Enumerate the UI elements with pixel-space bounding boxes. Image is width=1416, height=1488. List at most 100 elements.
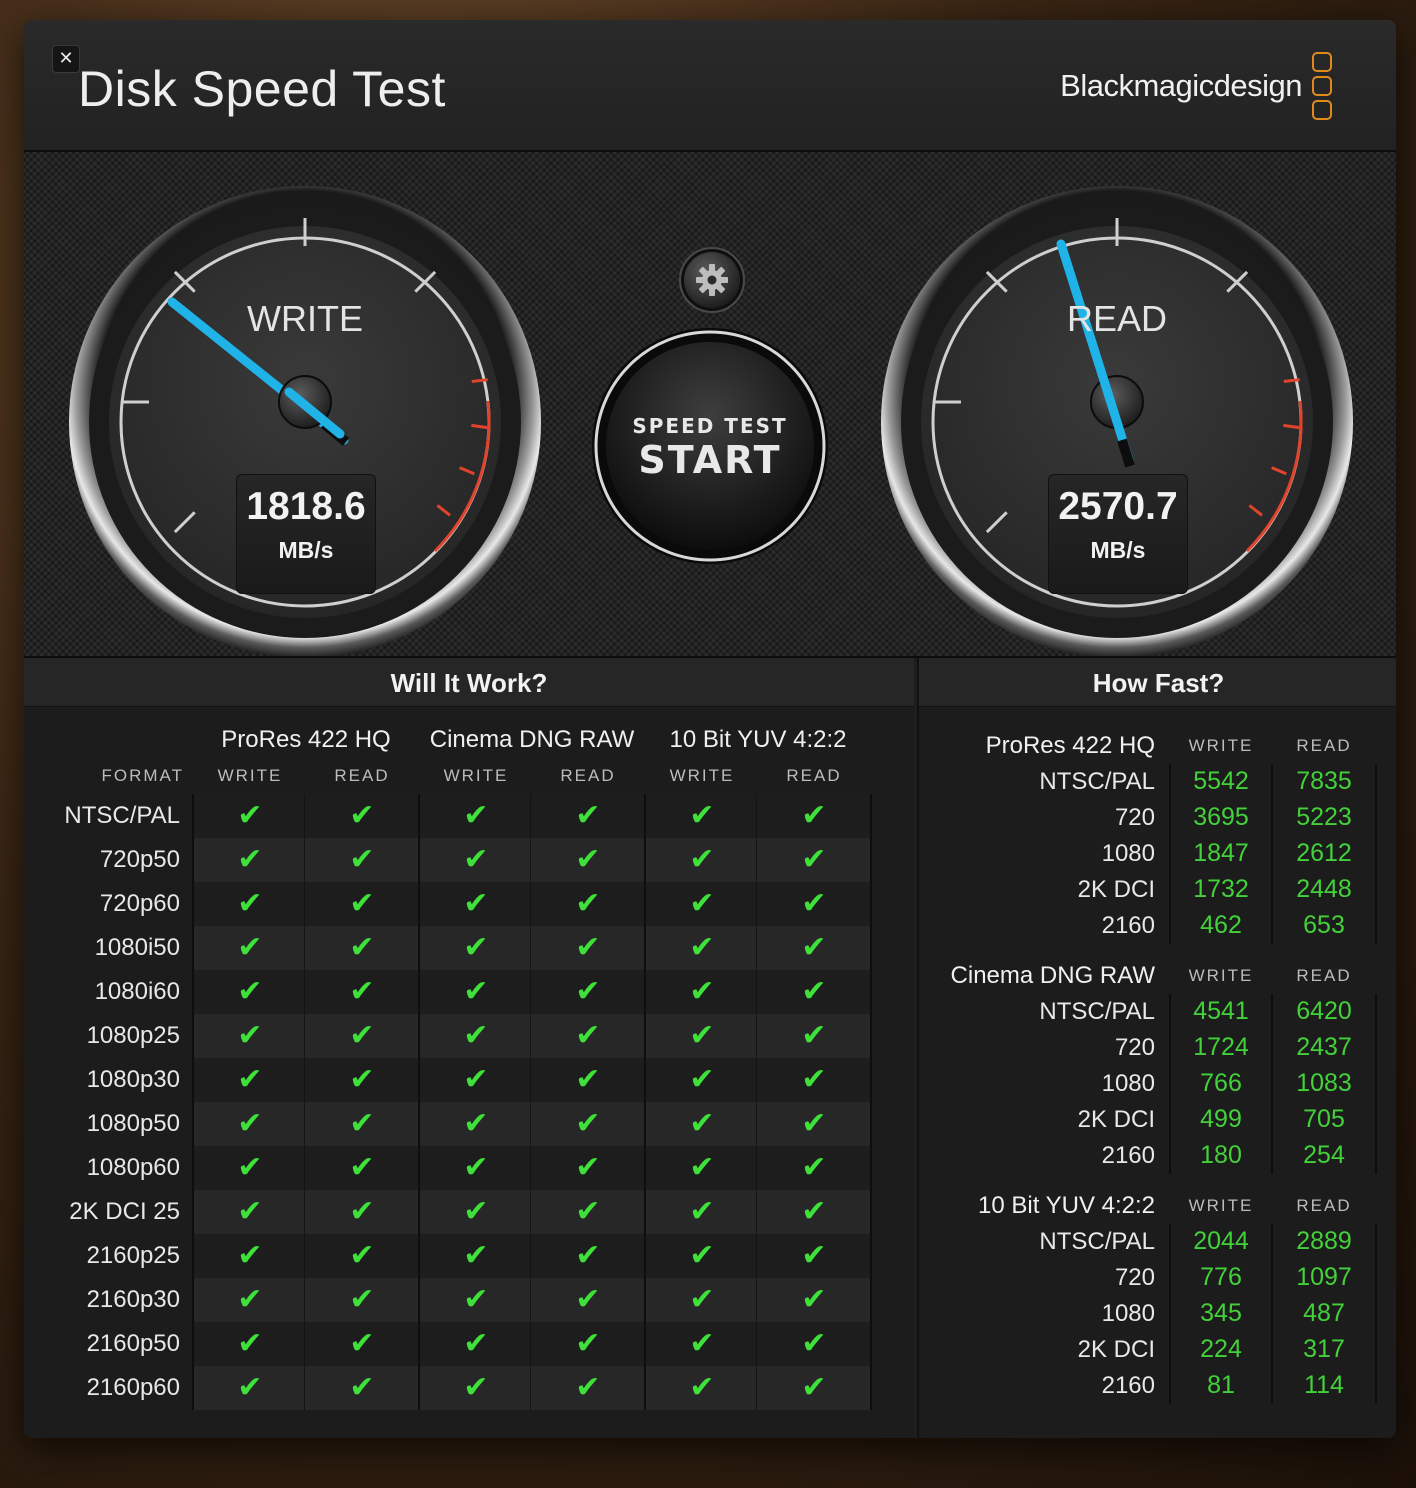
check-icon: ✔: [575, 930, 601, 965]
how-fast-read-value: 2612: [1296, 839, 1352, 867]
check-icon: ✔: [801, 1238, 827, 1273]
check-icon: ✔: [801, 1062, 827, 1097]
how-fast-write-value: 1732: [1193, 875, 1249, 903]
check-icon: ✔: [801, 1370, 827, 1405]
app-title: Disk Speed Test: [78, 61, 446, 117]
write-speed-readout: 1818.6 MB/s: [236, 474, 376, 594]
gauge-area: WRITE READ 1818.6 MB/s 2570.7 MB/s SPEED…: [24, 152, 1396, 658]
check-icon: ✔: [689, 974, 715, 1009]
column-divider: [530, 794, 531, 1410]
check-icon: ✔: [575, 1282, 601, 1317]
gauges-graphic: [69, 186, 1353, 656]
format-label: 2160p60: [86, 1374, 180, 1401]
check-icon: ✔: [689, 1194, 715, 1229]
column-divider: [304, 794, 305, 1410]
check-icon: ✔: [801, 886, 827, 921]
format-label: 1080p50: [86, 1110, 180, 1137]
col-header-write: WRITE: [443, 766, 509, 785]
how-fast-row-label: 720: [1114, 1034, 1155, 1061]
read-speed-readout: 2570.7 MB/s: [1048, 474, 1188, 594]
check-icon: ✔: [349, 1106, 375, 1141]
how-fast-read-value: 653: [1303, 911, 1345, 939]
format-label: 1080p30: [86, 1066, 180, 1093]
check-icon: ✔: [463, 1106, 489, 1141]
title-bar: Disk Speed Test Blackmagicdesign: [24, 20, 1396, 152]
close-button[interactable]: ✕: [52, 45, 80, 73]
check-icon: ✔: [463, 798, 489, 833]
check-icon: ✔: [575, 1062, 601, 1097]
how-fast-write-value: 81: [1207, 1371, 1235, 1399]
check-icon: ✔: [237, 798, 263, 833]
check-icon: ✔: [463, 930, 489, 965]
check-icon: ✔: [689, 886, 715, 921]
how-fast-title: How Fast?: [919, 658, 1396, 707]
how-fast-read-value: 6420: [1296, 997, 1352, 1025]
check-icon: ✔: [463, 1326, 489, 1361]
check-icon: ✔: [801, 1106, 827, 1141]
check-icon: ✔: [349, 1150, 375, 1185]
format-label: 1080p25: [86, 1022, 180, 1049]
check-icon: ✔: [237, 1150, 263, 1185]
will-it-work-title: Will It Work?: [24, 658, 914, 707]
format-label: 2160p50: [86, 1330, 180, 1357]
column-divider: [644, 794, 646, 1410]
how-fast-read-header: READ: [1296, 1196, 1352, 1215]
close-icon: ✕: [58, 48, 74, 69]
how-fast-read-value: 317: [1303, 1335, 1345, 1363]
how-fast-write-value: 5542: [1193, 767, 1249, 795]
check-icon: ✔: [237, 1282, 263, 1317]
check-icon: ✔: [689, 1370, 715, 1405]
how-fast-category-title: 10 Bit YUV 4:2:2: [978, 1192, 1155, 1219]
column-divider: [418, 794, 420, 1410]
check-icon: ✔: [463, 1370, 489, 1405]
check-icon: ✔: [237, 1326, 263, 1361]
check-icon: ✔: [575, 886, 601, 921]
check-icon: ✔: [349, 798, 375, 833]
start-button-caption[interactable]: SPEED TEST: [610, 414, 810, 438]
check-icon: ✔: [575, 1370, 601, 1405]
how-fast-read-value: 114: [1304, 1371, 1344, 1399]
check-icon: ✔: [575, 842, 601, 877]
how-fast-write-header: WRITE: [1188, 736, 1254, 755]
how-fast-write-value: 1847: [1193, 839, 1249, 867]
check-icon: ✔: [463, 974, 489, 1009]
check-icon: ✔: [237, 842, 263, 877]
read-gauge-label: READ: [1066, 298, 1168, 339]
how-fast-write-value: 499: [1200, 1105, 1242, 1133]
how-fast-row-label: 1080: [1101, 1300, 1155, 1327]
check-icon: ✔: [237, 974, 263, 1009]
how-fast-read-value: 2889: [1296, 1227, 1352, 1255]
check-icon: ✔: [349, 1238, 375, 1273]
check-icon: ✔: [801, 930, 827, 965]
check-icon: ✔: [689, 1238, 715, 1273]
how-fast-read-value: 1097: [1296, 1263, 1352, 1291]
group-title: 10 Bit YUV 4:2:2: [669, 726, 847, 753]
how-fast-read-value: 7835: [1296, 767, 1352, 795]
write-speed-unit: MB/s: [278, 537, 334, 563]
how-fast-read-value: 5223: [1296, 803, 1352, 831]
col-header-write: WRITE: [669, 766, 735, 785]
check-icon: ✔: [575, 1194, 601, 1229]
check-icon: ✔: [237, 886, 263, 921]
check-icon: ✔: [689, 842, 715, 877]
settings-button[interactable]: [679, 247, 745, 313]
how-fast-row-label: 1080: [1101, 840, 1155, 867]
how-fast-row-label: 1080: [1101, 1070, 1155, 1097]
check-icon: ✔: [237, 1194, 263, 1229]
check-icon: ✔: [349, 1326, 375, 1361]
format-label: 720p60: [99, 890, 180, 917]
start-button-label[interactable]: START: [610, 438, 810, 482]
how-fast-row-label: NTSC/PAL: [1039, 1228, 1155, 1255]
how-fast-row-label: 2160: [1101, 1372, 1155, 1399]
how-fast-write-value: 776: [1200, 1263, 1242, 1291]
check-icon: ✔: [237, 1018, 263, 1053]
how-fast-read-value: 254: [1303, 1141, 1345, 1169]
group-title: ProRes 422 HQ: [221, 726, 391, 753]
how-fast-category-title: ProRes 422 HQ: [985, 732, 1155, 759]
how-fast-row-label: 2K DCI: [1077, 1106, 1155, 1133]
how-fast-row-label: 2K DCI: [1077, 876, 1155, 903]
how-fast-write-value: 180: [1200, 1141, 1242, 1169]
write-gauge-label: WRITE: [247, 298, 363, 339]
how-fast-row-label: 2160: [1101, 1142, 1155, 1169]
how-fast-read-value: 1083: [1296, 1069, 1352, 1097]
